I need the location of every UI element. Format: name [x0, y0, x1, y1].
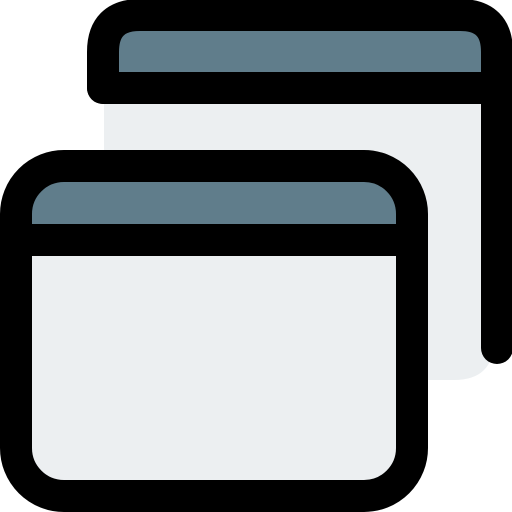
front-window-body: [24, 240, 404, 480]
multiple-windows-icon: [0, 0, 512, 512]
icon-canvas: [0, 0, 512, 512]
front-window: [0, 150, 428, 512]
